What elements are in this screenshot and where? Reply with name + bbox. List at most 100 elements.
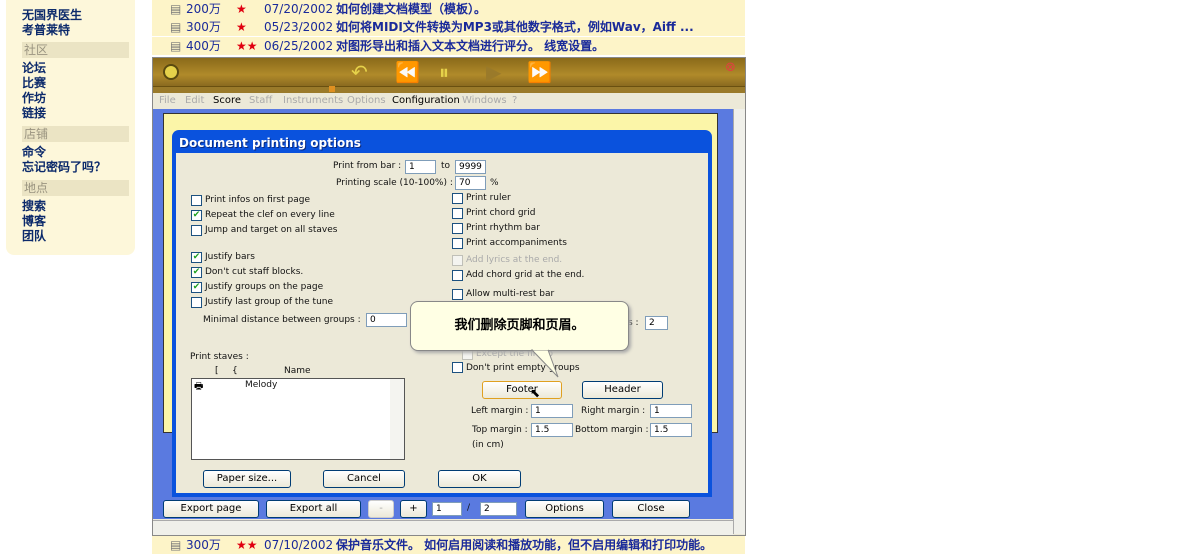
empty-groups-checkbox[interactable] — [452, 362, 463, 373]
option-label: Print ruler — [466, 193, 511, 203]
menu-bar: File Edit Score Staff Instruments Option… — [153, 94, 745, 108]
cancel-button[interactable]: Cancel — [323, 470, 405, 488]
fast-forward-icon[interactable]: ⏩ — [527, 60, 552, 84]
document-icon: ▤ — [170, 20, 182, 34]
list-scrollbar[interactable] — [390, 379, 404, 459]
option-label: Justify groups on the page — [205, 282, 324, 292]
next-page-button[interactable]: + — [400, 500, 427, 518]
menu-windows[interactable]: Windows — [462, 94, 507, 108]
option-checkbox[interactable] — [452, 223, 463, 234]
vertical-scrollbar[interactable] — [733, 109, 745, 534]
printer-icon[interactable]: 🖶 — [194, 379, 203, 396]
menu-score[interactable]: Score — [213, 94, 241, 108]
menu-configuration[interactable]: Configuration — [392, 94, 460, 108]
option-checkbox[interactable] — [191, 297, 202, 308]
news-row[interactable]: ▤ 200万 ★ 07/20/2002 如何创建文档模型（模板）。 — [152, 0, 745, 18]
article-link[interactable]: 如何创建文档模型（模板）。 — [336, 0, 486, 18]
progress-bar[interactable] — [153, 86, 745, 93]
previous-page-button[interactable]: - — [368, 500, 394, 518]
record-icon[interactable] — [163, 64, 179, 80]
news-row[interactable]: ▤ 300万 ★ 05/23/2002 如何将MIDI文件转换为MP3或其他数字… — [152, 18, 745, 36]
staves-list[interactable]: 🖶 Melody — [191, 378, 405, 460]
option-label: Allow multi-rest bar — [466, 289, 555, 299]
print-from-input[interactable]: 1 — [405, 160, 436, 174]
bracket-col: [ — [215, 366, 219, 376]
progress-handle[interactable] — [329, 86, 335, 92]
print-to-input[interactable]: 9999 — [455, 160, 486, 174]
views: 300万 — [186, 538, 221, 552]
right-margin-label: Right margin : — [581, 406, 646, 416]
min-distance-input[interactable]: 0 — [366, 313, 407, 327]
paper-size-button[interactable]: Paper size... — [203, 470, 291, 488]
menu-instruments[interactable]: Instruments — [283, 94, 343, 108]
menu-edit[interactable]: Edit — [185, 94, 204, 108]
tooltip-tail — [530, 349, 559, 378]
menu-staff[interactable]: Staff — [249, 94, 272, 108]
play-icon[interactable]: ▶ — [486, 60, 501, 84]
option-checkbox[interactable] — [452, 255, 463, 266]
right-margin-input[interactable]: 1 — [650, 404, 692, 418]
undo-icon[interactable]: ↶ — [351, 60, 368, 84]
close-button[interactable]: Close — [612, 500, 690, 518]
news-row[interactable]: ▤ 400万 ★★ 06/25/2002 对图形导出和插入文本文档进行评分。 线… — [152, 37, 745, 55]
article-link[interactable]: 对图形导出和插入文本文档进行评分。 线宽设置。 — [336, 37, 604, 55]
top-margin-input[interactable]: 1.5 — [531, 423, 573, 437]
sidebar: 无国界医生 考普莱特 社区 论坛 比赛 作坊 链接 店铺 命令 忘记密码了吗？ … — [6, 0, 135, 255]
sidebar-link[interactable]: 考普莱特 — [22, 21, 70, 38]
menu-help[interactable]: ? — [512, 94, 517, 108]
article-link[interactable]: 如何将MIDI文件转换为MP3或其他数字格式，例如Wav，Aiff ... — [336, 18, 694, 36]
option-label: Jump and target on all staves — [205, 225, 338, 235]
option-checkbox[interactable]: ✔ — [191, 252, 202, 263]
option-checkbox[interactable] — [452, 208, 463, 219]
document-icon: ▤ — [170, 2, 182, 16]
export-page-button[interactable]: Export page — [163, 500, 259, 518]
pause-icon[interactable]: ⏸ — [439, 60, 449, 84]
sidebar-link[interactable]: 团队 — [22, 227, 46, 244]
option-checkbox[interactable] — [452, 193, 463, 204]
option-checkbox[interactable]: ✔ — [191, 282, 202, 293]
option-checkbox[interactable] — [191, 225, 202, 236]
menu-file[interactable]: File — [159, 94, 176, 108]
rating-stars: ★ — [236, 2, 247, 16]
printing-scale-input[interactable]: 70 — [455, 176, 486, 190]
ok-button[interactable]: OK — [438, 470, 521, 488]
date: 05/23/2002 — [264, 20, 334, 34]
option-checkbox[interactable] — [452, 270, 463, 281]
bottom-margin-input[interactable]: 1.5 — [650, 423, 692, 437]
option-label: Repeat the clef on every line — [205, 210, 335, 220]
document-icon: ▤ — [170, 538, 182, 552]
hidden-option-label: s : — [628, 318, 639, 328]
option-checkbox[interactable] — [191, 195, 202, 206]
export-all-button[interactable]: Export all — [266, 500, 361, 518]
options-button[interactable]: Options — [525, 500, 604, 518]
option-label: Print infos on first page — [205, 195, 310, 205]
menu-options[interactable]: Options — [347, 94, 386, 108]
mouse-cursor-icon: ⬉ — [530, 386, 541, 400]
dialog-title: Document printing options — [179, 136, 361, 150]
news-row[interactable]: ▤ 300万 ★★ 07/10/2002 保护音乐文件。 如何启用阅读和播放功能… — [152, 536, 745, 554]
header-button[interactable]: Header — [582, 381, 663, 399]
option-checkbox[interactable]: ✔ — [191, 267, 202, 278]
footer-button[interactable]: Footer — [482, 381, 562, 399]
article-link[interactable]: 保护音乐文件。 如何启用阅读和播放功能，但不启用编辑和打印功能。 — [336, 536, 712, 554]
horizontal-scrollbar[interactable] — [153, 520, 733, 535]
percent-label: % — [490, 178, 499, 188]
option-checkbox[interactable] — [452, 238, 463, 249]
close-icon[interactable]: ⊗ — [725, 60, 736, 75]
staff-name[interactable]: Melody — [245, 380, 277, 390]
name-col: Name — [284, 366, 311, 376]
sidebar-link[interactable]: 链接 — [22, 104, 46, 121]
option-label: Justify bars — [205, 252, 255, 262]
hidden-option-input[interactable]: 2 — [645, 316, 668, 330]
left-margin-input[interactable]: 1 — [531, 404, 573, 418]
views: 200万 — [186, 2, 221, 16]
option-checkbox[interactable] — [452, 289, 463, 300]
to-label: to — [441, 161, 451, 171]
sidebar-link[interactable]: 忘记密码了吗？ — [22, 158, 106, 175]
option-label: Justify last group of the tune — [205, 297, 334, 307]
rewind-icon[interactable]: ⏪ — [395, 60, 420, 84]
option-label: Print rhythm bar — [466, 223, 540, 233]
option-checkbox[interactable]: ✔ — [191, 210, 202, 221]
option-label: Print chord grid — [466, 208, 536, 218]
page-input[interactable]: 1 — [432, 502, 462, 516]
